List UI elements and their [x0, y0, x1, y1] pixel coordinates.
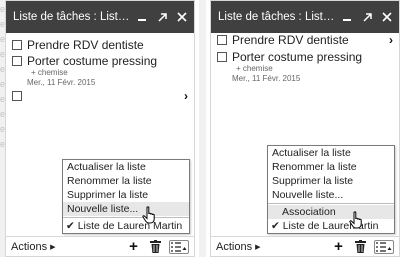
- switch-list-button[interactable]: [374, 239, 394, 254]
- task-due-date: Mer., 11 Févr. 2015: [232, 74, 301, 83]
- list-actions-menu: Actualiser la liste Renommer la liste Su…: [62, 159, 190, 234]
- plus-icon: +: [129, 238, 138, 255]
- actions-button[interactable]: Actions ▶: [11, 241, 55, 253]
- menu-item-delete[interactable]: Supprimer la liste: [268, 174, 394, 188]
- actions-label: Actions: [11, 240, 48, 253]
- panel-titlebar: Liste de tâches : Liste d…: [211, 1, 399, 33]
- window-controls: [337, 7, 399, 27]
- add-task-button[interactable]: +: [330, 238, 347, 255]
- menu-item-refresh[interactable]: Actualiser la liste: [268, 146, 394, 160]
- task-row[interactable]: Porter costume pressing + chemise Mer., …: [12, 55, 190, 88]
- trash-icon: [150, 240, 161, 253]
- actions-button[interactable]: Actions ▶: [216, 241, 260, 253]
- task-title[interactable]: Porter costume pressing: [27, 55, 190, 68]
- task-due-date: Mer., 11 Févr. 2015: [27, 78, 96, 87]
- task-row[interactable]: Porter costume pressing + chemise Mer., …: [217, 51, 395, 84]
- menu-item-current-list[interactable]: ✔ Liste de Lauren artin: [268, 219, 394, 233]
- task-title[interactable]: Prendre RDV dentiste: [232, 34, 395, 47]
- panel-title: Liste de tâches : Liste d…: [218, 11, 337, 23]
- task-title[interactable]: Porter costume pressing: [232, 51, 395, 64]
- task-checkbox[interactable]: [12, 91, 22, 101]
- panel-titlebar: Liste de tâches : Liste d…: [6, 1, 194, 33]
- popout-icon: [157, 12, 167, 22]
- new-task-row[interactable]: ›: [12, 89, 190, 104]
- hand-cursor-icon: [349, 211, 362, 229]
- panel-bottom-toolbar: Actions ▶ +: [6, 236, 194, 256]
- panel-bottom-toolbar: Actions ▶ +: [211, 236, 399, 256]
- menu-item-association[interactable]: Association: [268, 205, 394, 219]
- window-controls: [132, 7, 194, 27]
- panel-title: Liste de tâches : Liste d…: [13, 11, 132, 23]
- task-checkbox[interactable]: [217, 52, 227, 62]
- close-button[interactable]: [377, 7, 397, 27]
- menu-separator: [268, 203, 394, 204]
- menu-item-refresh[interactable]: Actualiser la liste: [63, 160, 189, 174]
- menu-item-current-list[interactable]: ✔ Liste de Lauren Martin: [63, 219, 189, 233]
- popout-icon: [362, 12, 372, 22]
- switch-list-button[interactable]: [169, 239, 189, 254]
- trash-icon: [355, 240, 366, 253]
- chevron-right-icon[interactable]: ›: [184, 89, 188, 103]
- list-icon: [171, 241, 187, 252]
- task-checkbox[interactable]: [217, 35, 227, 45]
- task-checkbox[interactable]: [12, 40, 22, 50]
- delete-task-button[interactable]: [352, 238, 369, 255]
- menu-separator: [63, 217, 189, 218]
- triangle-right-icon: ▶: [255, 243, 261, 251]
- triangle-right-icon: ▶: [50, 243, 56, 251]
- task-checkbox[interactable]: [12, 56, 22, 66]
- minimize-button[interactable]: [132, 7, 152, 27]
- task-title[interactable]: Prendre RDV dentiste: [27, 39, 190, 52]
- menu-item-new-list[interactable]: Nouvelle liste...: [63, 202, 189, 216]
- close-button[interactable]: [172, 7, 192, 27]
- delete-task-button[interactable]: [147, 238, 164, 255]
- menu-item-rename[interactable]: Renommer la liste: [63, 174, 189, 188]
- task-row[interactable]: Prendre RDV dentiste ›: [217, 33, 395, 47]
- background-strip-middle: [199, 0, 206, 257]
- popout-button[interactable]: [357, 7, 377, 27]
- popout-button[interactable]: [152, 7, 172, 27]
- task-note: + chemise: [236, 64, 273, 73]
- list-actions-menu: Actualiser la liste Renommer la liste Su…: [267, 145, 395, 234]
- tasks-panel-1: Liste de tâches : Liste d… Prendre RDV d…: [5, 0, 195, 257]
- tasks-panel-2: Liste de tâches : Liste d… Prendre RDV d…: [210, 0, 400, 257]
- close-icon: [177, 12, 187, 22]
- add-task-button[interactable]: +: [125, 238, 142, 255]
- minimize-icon: [138, 19, 146, 21]
- list-icon: [376, 241, 392, 252]
- task-row[interactable]: Prendre RDV dentiste: [12, 39, 190, 52]
- task-note: + chemise: [31, 68, 68, 77]
- menu-item-rename[interactable]: Renommer la liste: [268, 160, 394, 174]
- hand-cursor-icon: [142, 206, 155, 224]
- close-icon: [382, 12, 392, 22]
- chevron-right-icon[interactable]: ›: [389, 33, 393, 47]
- menu-item-delete[interactable]: Supprimer la liste: [63, 188, 189, 202]
- plus-icon: +: [334, 238, 343, 255]
- minimize-icon: [343, 19, 351, 21]
- minimize-button[interactable]: [337, 7, 357, 27]
- actions-label: Actions: [216, 240, 253, 253]
- menu-item-new-list[interactable]: Nouvelle liste...: [268, 188, 394, 202]
